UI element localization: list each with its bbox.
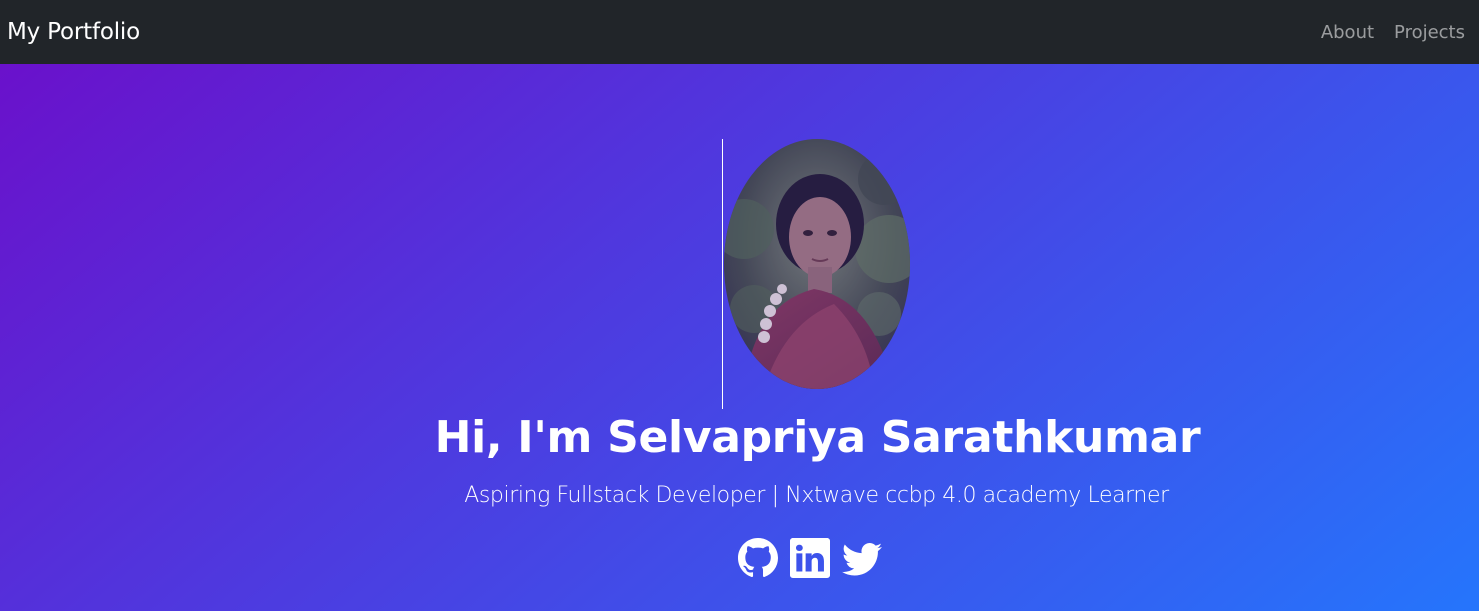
hero-section: Hi, I'm Selvapriya Sarathkumar Aspiring … <box>0 64 1479 611</box>
nav-links: About Projects <box>1301 22 1465 43</box>
hero-headline: Hi, I'm Selvapriya Sarathkumar <box>434 412 1201 463</box>
nav-link-about[interactable]: About <box>1321 22 1374 43</box>
github-icon[interactable] <box>737 538 779 578</box>
profile-photo <box>724 139 910 389</box>
linkedin-icon[interactable] <box>789 538 831 578</box>
social-links <box>737 538 893 578</box>
hero-tagline: Aspiring Fullstack Developer | Nxtwave c… <box>464 483 1169 508</box>
twitter-icon[interactable] <box>841 538 883 578</box>
navbar: My Portfolio About Projects <box>0 0 1479 64</box>
nav-link-projects[interactable]: Projects <box>1394 22 1465 43</box>
brand-link[interactable]: My Portfolio <box>7 19 140 45</box>
divider-line <box>722 139 723 409</box>
